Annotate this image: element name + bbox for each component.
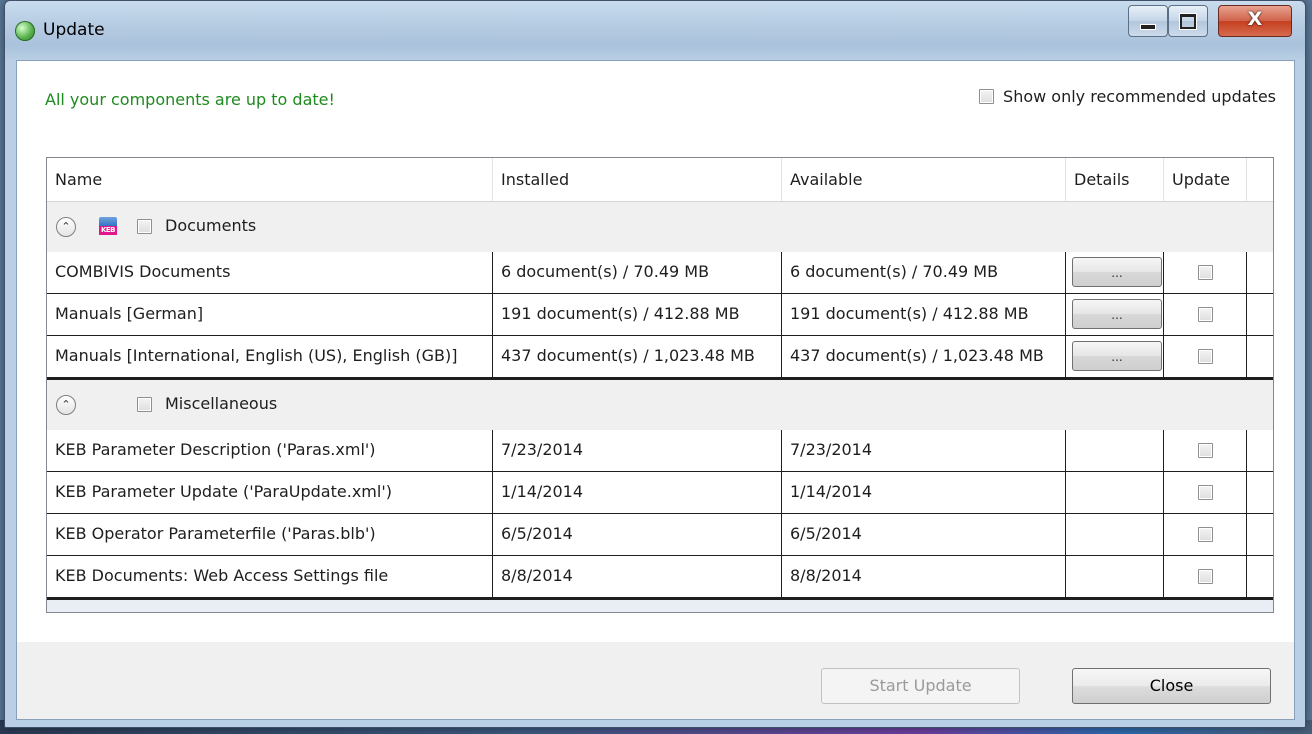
cell-name: KEB Documents: Web Access Settings file (47, 556, 493, 597)
update-window: Update X All your components are up to d… (4, 0, 1306, 728)
group-label: Documents (165, 216, 257, 235)
column-header-name[interactable]: Name (47, 158, 493, 201)
cell-details (1066, 556, 1164, 597)
cell-name: COMBIVIS Documents (47, 252, 493, 293)
keb-documents-icon: KEB (99, 217, 117, 235)
components-grid: Name Installed Available Details Update … (46, 157, 1274, 613)
recommended-updates-toggle[interactable]: Show only recommended updates (979, 87, 1276, 106)
status-message: All your components are up to date! (45, 90, 335, 109)
cell-update (1164, 556, 1247, 597)
column-header-filler (1247, 158, 1273, 201)
cell-available: 191 document(s) / 412.88 MB (782, 294, 1066, 335)
window-title: Update (43, 20, 105, 40)
grid-header-row: Name Installed Available Details Update (47, 158, 1273, 202)
cell-name: KEB Parameter Update ('ParaUpdate.xml') (47, 472, 493, 513)
minimize-icon (1140, 24, 1156, 30)
cell-filler (1247, 294, 1273, 335)
app-globe-icon (15, 21, 35, 41)
column-header-details[interactable]: Details (1066, 158, 1164, 201)
cell-installed: 437 document(s) / 1,023.48 MB (493, 336, 782, 377)
cell-available: 6 document(s) / 70.49 MB (782, 252, 1066, 293)
icon-brand-text: KEB (99, 226, 117, 235)
cell-installed: 7/23/2014 (493, 430, 782, 471)
collapse-group-icon[interactable]: ⌃ (56, 217, 76, 237)
cell-details (1066, 514, 1164, 555)
cell-details: ... (1066, 294, 1164, 335)
minimize-button[interactable] (1128, 5, 1168, 37)
cell-filler (1247, 336, 1273, 377)
cell-installed: 8/8/2014 (493, 556, 782, 597)
cell-update (1164, 514, 1247, 555)
cell-filler (1247, 472, 1273, 513)
collapse-group-icon[interactable]: ⌃ (56, 395, 76, 415)
cell-update (1164, 430, 1247, 471)
cell-available: 8/8/2014 (782, 556, 1066, 597)
window-close-button[interactable]: X (1218, 5, 1292, 37)
title-bar[interactable]: Update X (5, 1, 1305, 61)
group-select-checkbox[interactable] (137, 219, 152, 234)
cell-filler (1247, 514, 1273, 555)
table-row[interactable]: KEB Parameter Update ('ParaUpdate.xml') 1… (47, 472, 1273, 514)
group-label: Miscellaneous (165, 394, 278, 413)
cell-installed: 1/14/2014 (493, 472, 782, 513)
cell-name: KEB Operator Parameterfile ('Paras.blb') (47, 514, 493, 555)
cell-update (1164, 252, 1247, 293)
dialog-footer: Start Update Close (17, 642, 1294, 719)
cell-available: 7/23/2014 (782, 430, 1066, 471)
column-header-update[interactable]: Update (1164, 158, 1247, 201)
cell-filler (1247, 252, 1273, 293)
cell-name: Manuals [International, English (US), En… (47, 336, 493, 377)
cell-update (1164, 336, 1247, 377)
cell-details: ... (1066, 252, 1164, 293)
start-update-button[interactable]: Start Update (821, 668, 1020, 704)
cell-installed: 191 document(s) / 412.88 MB (493, 294, 782, 335)
group-header-0: ⌃ KEB Documents (47, 202, 1273, 252)
update-checkbox[interactable] (1198, 307, 1213, 322)
cell-available: 6/5/2014 (782, 514, 1066, 555)
cell-filler (1247, 556, 1273, 597)
cell-update (1164, 294, 1247, 335)
table-row[interactable]: KEB Operator Parameterfile ('Paras.blb')… (47, 514, 1273, 556)
cell-filler (1247, 430, 1273, 471)
table-row[interactable]: COMBIVIS Documents 6 document(s) / 70.49 … (47, 252, 1273, 294)
cell-name: KEB Parameter Description ('Paras.xml') (47, 430, 493, 471)
details-button[interactable]: ... (1072, 299, 1162, 329)
update-checkbox[interactable] (1198, 485, 1213, 500)
table-row[interactable]: KEB Parameter Description ('Paras.xml') 7… (47, 430, 1273, 472)
column-header-available[interactable]: Available (782, 158, 1066, 201)
cell-details (1066, 472, 1164, 513)
maximize-button[interactable] (1168, 5, 1208, 37)
dialog-client-area: All your components are up to date! Show… (16, 60, 1295, 720)
details-button[interactable]: ... (1072, 257, 1162, 287)
cell-details: ... (1066, 336, 1164, 377)
table-row[interactable]: Manuals [German] 191 document(s) / 412.88… (47, 294, 1273, 336)
cell-available: 437 document(s) / 1,023.48 MB (782, 336, 1066, 377)
recommended-updates-checkbox[interactable] (979, 89, 995, 104)
update-checkbox[interactable] (1198, 527, 1213, 542)
details-button[interactable]: ... (1072, 341, 1162, 371)
cell-installed: 6/5/2014 (493, 514, 782, 555)
column-header-installed[interactable]: Installed (493, 158, 782, 201)
update-checkbox[interactable] (1198, 265, 1213, 280)
cell-update (1164, 472, 1247, 513)
cell-details (1066, 430, 1164, 471)
table-row[interactable]: Manuals [International, English (US), En… (47, 336, 1273, 380)
table-row[interactable]: KEB Documents: Web Access Settings file 8… (47, 556, 1273, 600)
components-grid-body: Name Installed Available Details Update … (47, 158, 1273, 600)
recommended-updates-label: Show only recommended updates (1003, 87, 1276, 106)
group-select-checkbox[interactable] (137, 397, 152, 412)
update-checkbox[interactable] (1198, 349, 1213, 364)
cell-name: Manuals [German] (47, 294, 493, 335)
update-checkbox[interactable] (1198, 443, 1213, 458)
update-checkbox[interactable] (1198, 569, 1213, 584)
cell-installed: 6 document(s) / 70.49 MB (493, 252, 782, 293)
group-header-1: ⌃ Miscellaneous (47, 380, 1273, 430)
close-icon: X (1247, 8, 1263, 30)
close-button[interactable]: Close (1072, 668, 1271, 704)
cell-available: 1/14/2014 (782, 472, 1066, 513)
maximize-icon (1180, 14, 1196, 29)
